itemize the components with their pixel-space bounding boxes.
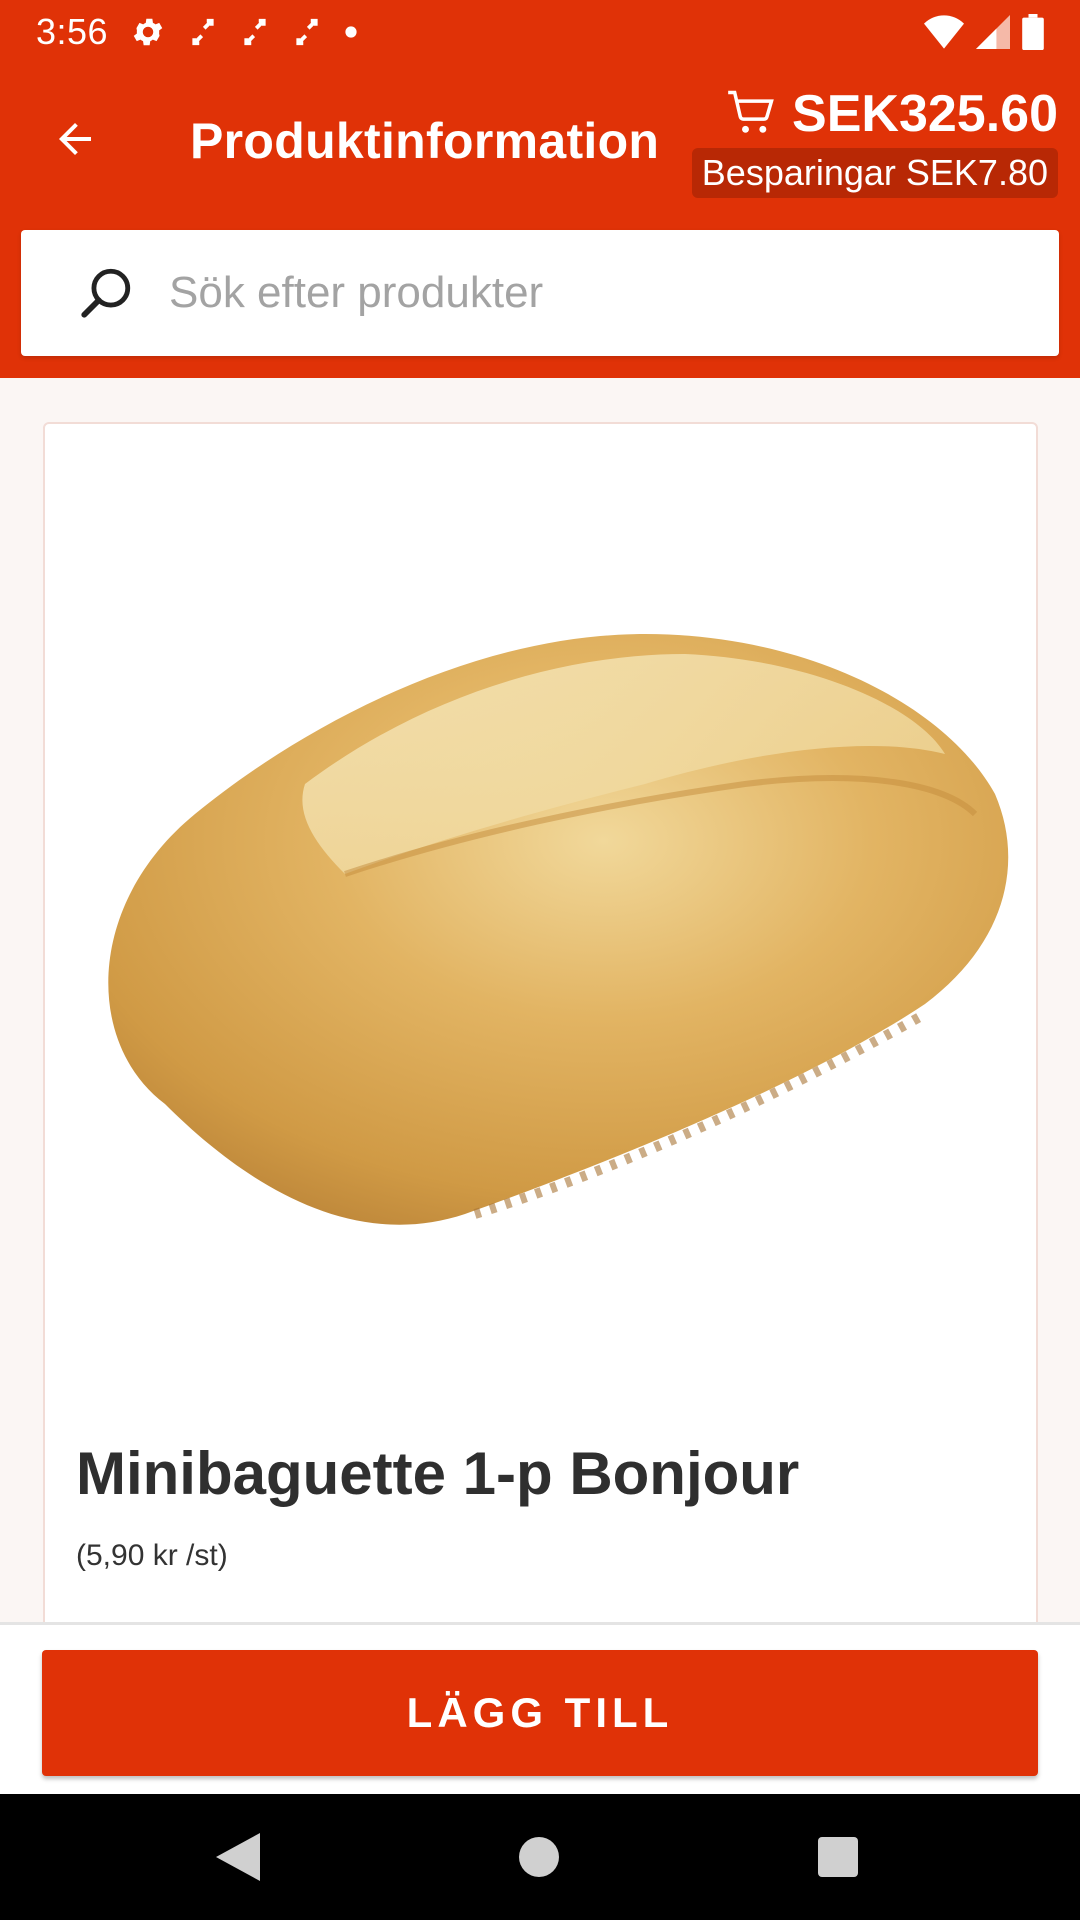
search-box[interactable]: [21, 230, 1059, 356]
status-notification-icons: [130, 14, 358, 50]
product-name: Minibaguette 1-p Bonjour: [76, 1440, 800, 1507]
status-system-icons: [924, 14, 1044, 50]
nav-home-button[interactable]: [506, 1824, 572, 1890]
page-title: Produktinformation: [190, 113, 660, 169]
arrow-left-icon: [59, 123, 91, 155]
back-button[interactable]: [40, 104, 110, 174]
back-triangle-icon: [216, 1833, 260, 1881]
status-bar: 3:56: [0, 0, 1080, 64]
expand-icon: [192, 18, 214, 46]
cart-icon[interactable]: [726, 86, 778, 138]
expand-icon: [296, 18, 318, 46]
product-card: Minibaguette 1-p Bonjour (5,90 kr /st): [43, 422, 1038, 1652]
expand-icon: [244, 18, 266, 46]
cart-total[interactable]: SEK325.60: [792, 84, 1058, 144]
search-input[interactable]: [169, 268, 989, 318]
nav-back-button[interactable]: [205, 1824, 271, 1890]
bottom-action-bar: LÄGG TILL: [0, 1622, 1080, 1794]
unit-price: (5,90 kr /st): [76, 1539, 228, 1572]
nav-recents-button[interactable]: [805, 1824, 871, 1890]
add-to-cart-button[interactable]: LÄGG TILL: [42, 1650, 1038, 1776]
bread-roll-image: [108, 634, 1009, 1225]
system-nav-bar: [0, 1794, 1080, 1920]
search-strip: [0, 230, 1080, 378]
savings-badge: Besparingar SEK7.80: [691, 148, 1058, 198]
wifi-icon: [924, 15, 964, 49]
app-toolbar: Produktinformation SEK325.60 Besparingar…: [0, 64, 1080, 230]
dot-icon: [345, 26, 357, 38]
battery-icon: [1022, 14, 1044, 50]
settings-icon: [133, 18, 163, 46]
search-icon: [81, 268, 131, 318]
status-time: 3:56: [36, 11, 109, 52]
recents-square-icon: [818, 1837, 858, 1877]
home-circle-icon: [519, 1837, 559, 1877]
signal-icon: [976, 15, 1010, 49]
